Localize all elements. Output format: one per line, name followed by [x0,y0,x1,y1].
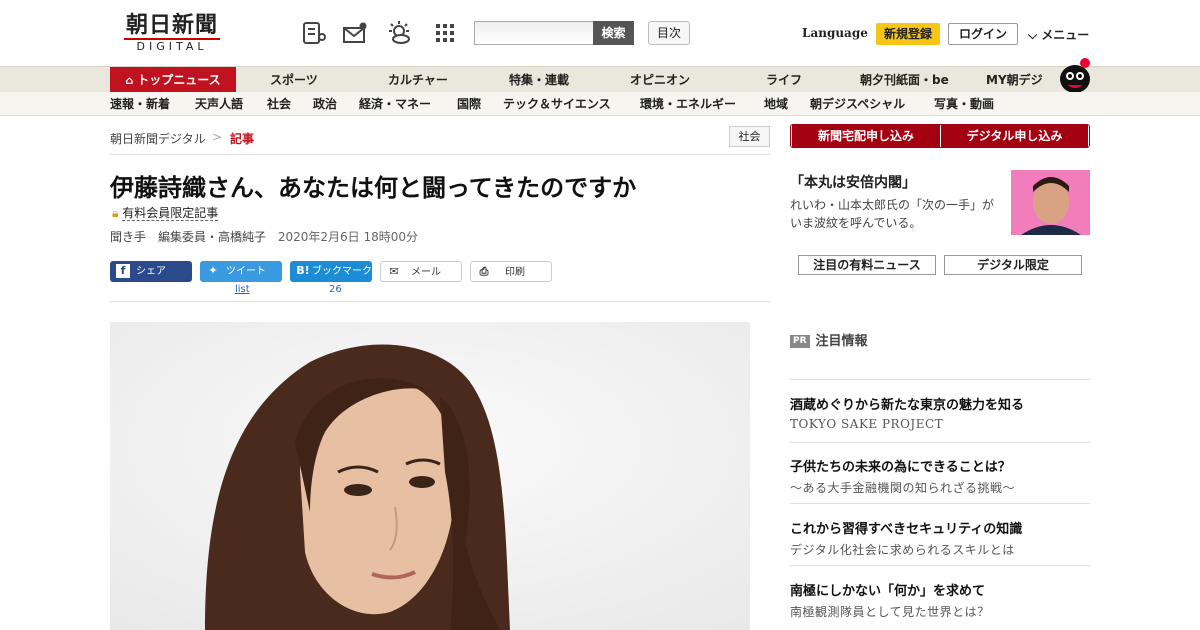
promo-text[interactable]: れいわ・山本太郎氏の「次の一手」がいま波紋を呼んでいる。 [790,196,995,232]
promo-image[interactable] [1011,170,1090,235]
tweet-label: ツイート [226,266,266,277]
print-button[interactable]: ⎙ 印刷 [470,261,552,282]
site-header: 朝日新聞 DIGITAL 検索 目次 Language 新規登録 ログイン ⌵ [0,0,1200,66]
mail-icon[interactable] [342,20,368,46]
category-badge[interactable]: 社会 [729,126,770,147]
members-only-text: 有料会員限定記事 [122,206,219,221]
share-label: シェア [136,266,166,277]
author: 聞き手 編集委員・高橋純子 [110,230,267,244]
hatena-bookmark-button[interactable]: B! ブックマーク [290,261,372,282]
pr-item-title[interactable]: 子供たちの未来の為にできることは？ [790,456,1011,475]
nav2-international[interactable]: 国際 [457,92,481,116]
news-icon[interactable] [301,20,327,46]
divider [790,565,1090,566]
nav-label: トップニュース [137,73,221,87]
pr-heading-text: 注目情報 [815,334,868,349]
nav2-politics[interactable]: 政治 [313,92,337,116]
search-button[interactable]: 検索 [593,21,634,45]
divider [110,301,770,302]
toc-button[interactable]: 目次 [648,21,690,45]
promo-title[interactable]: 「本丸は安倍内閣」 [790,172,916,192]
nav-features[interactable]: 特集・連載 [509,67,569,93]
secondary-nav: 速報・新着 天声人語 社会 政治 経済・マネー 国際 テック＆サイエンス 環境・… [0,92,1200,116]
mail-share-button[interactable]: ✉ メール [380,261,462,282]
publish-date: 2020年2月6日 18時00分 [277,230,419,244]
subscribe-paper-button[interactable]: 新聞宅配申し込み [792,125,940,147]
facebook-share-button[interactable]: f シェア [110,261,192,282]
nav-life[interactable]: ライフ [766,67,802,93]
mascot-icon [1060,58,1090,93]
home-icon: ⌂ [125,74,134,87]
members-only-label[interactable]: 🔒︎ 有料会員限定記事 [112,204,219,221]
envelope-icon: ✉ [389,265,399,278]
facebook-icon: f [116,264,130,278]
mail-label: メール [411,267,441,278]
grid-icon[interactable] [432,20,458,46]
divider [110,154,770,155]
breadcrumb-home[interactable]: 朝日新聞デジタル [110,130,206,147]
pr-item-sub: ～ある大手金融機関の知られざる挑戦～ [790,481,1016,495]
pr-badge: PR [790,335,810,348]
pr-item-sub: TOKYO SAKE PROJECT [790,417,944,431]
pr-item-title[interactable]: 南極にしかない「何か」を求めて [790,580,985,599]
nav2-photo[interactable]: 写真・動画 [934,92,994,116]
article-photo[interactable] [110,322,750,630]
nav2-tensei[interactable]: 天声人語 [195,92,243,116]
hatena-count: 26 [329,284,342,295]
language-link[interactable]: Language [802,26,868,40]
chevron-down-icon: ⌵ [1028,28,1038,42]
nav2-breaking[interactable]: 速報・新着 [110,92,170,116]
nav2-economy[interactable]: 経済・マネー [359,92,431,116]
pr-item-sub: デジタル化社会に求められるスキルとは [790,543,1015,557]
twitter-share-button[interactable]: ✦ ツイート [200,261,282,282]
weather-icon[interactable] [386,20,412,46]
search-input[interactable] [474,21,594,45]
nav-opinion[interactable]: オピニオン [630,67,690,93]
divider [790,442,1090,443]
article-title: 伊藤詩織さん、あなたは何と闘ってきたのですか [110,174,637,202]
tab-featured-news[interactable]: 注目の有料ニュース [798,255,936,275]
nav2-tech[interactable]: テック＆サイエンス [503,92,611,116]
promo-portrait [1011,170,1090,235]
divider [790,503,1090,504]
nav-top-news[interactable]: ⌂ トップニュース [110,67,236,93]
signup-button[interactable]: 新規登録 [876,23,940,45]
divider [790,379,1090,380]
tab-digital-only[interactable]: デジタル限定 [944,255,1082,275]
printer-icon: ⎙ [479,265,489,278]
twitter-list-link[interactable]: list [235,284,250,295]
subscribe-digital-button[interactable]: デジタル申し込み [940,125,1088,147]
pr-item-sub: 南極観測隊員として見た世界とは？ [790,605,990,619]
nav-paper[interactable]: 朝夕刊紙面・be [860,67,949,93]
bookmark-label: ブックマーク [312,266,372,277]
lock-icon: 🔒︎ [112,206,119,220]
breadcrumb-separator: > [212,130,223,144]
nav2-environment[interactable]: 環境・エネルギー [640,92,736,116]
pr-item-title[interactable]: これから習得すべきセキュリティの知識 [790,518,1022,537]
nav-culture[interactable]: カルチャー [388,67,448,93]
logo-text: 朝日新聞 [125,12,218,38]
nav2-special[interactable]: 朝デジスペシャル [810,92,905,116]
article-byline: 聞き手 編集委員・高橋純子 2020年2月6日 18時00分 [110,228,418,245]
hatena-icon: B! [296,264,310,277]
print-label: 印刷 [505,267,525,278]
nav2-region[interactable]: 地域 [764,92,788,116]
menu-button[interactable]: ⌵ メニュー [1028,26,1089,43]
nav2-society[interactable]: 社会 [267,92,291,116]
nav-sports[interactable]: スポーツ [270,67,318,93]
pr-heading: PR 注目情報 [790,330,868,349]
breadcrumb-current: 記事 [230,132,255,146]
site-logo[interactable]: 朝日新聞 DIGITAL [112,12,232,56]
portrait-photo [110,322,750,630]
logo-sub: DIGITAL [124,38,220,54]
twitter-icon: ✦ [208,264,218,277]
nav-my[interactable]: MY朝デジ [986,67,1043,93]
primary-nav: ⌂ トップニュース スポーツ カルチャー 特集・連載 オピニオン ライフ 朝夕刊紙… [0,58,1200,93]
menu-label: メニュー [1041,28,1090,42]
login-button[interactable]: ログイン [948,23,1018,45]
pr-item-title[interactable]: 酒蔵めぐりから新たな東京の魅力を知る [790,394,1024,413]
